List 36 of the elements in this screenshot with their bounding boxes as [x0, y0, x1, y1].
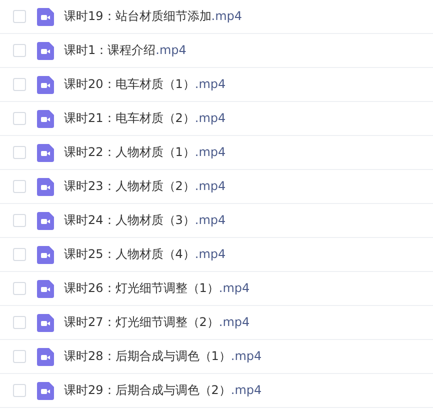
file-name[interactable]: 课时25：人物材质（4）.mp4 [64, 246, 226, 263]
file-name[interactable]: 课时23：人物材质（2）.mp4 [64, 178, 226, 195]
checkbox[interactable] [13, 316, 26, 329]
file-name[interactable]: 课时20：电车材质（1）.mp4 [64, 76, 226, 93]
checkbox[interactable] [13, 180, 26, 193]
checkbox[interactable] [13, 78, 26, 91]
checkbox[interactable] [13, 248, 26, 261]
checkbox[interactable] [13, 112, 26, 125]
checkbox[interactable] [13, 146, 26, 159]
file-name[interactable]: 课时1：课程介绍.mp4 [64, 42, 186, 59]
video-file-icon [37, 76, 54, 94]
video-file-icon [37, 110, 54, 128]
file-name[interactable]: 课时26：灯光细节调整（1）.mp4 [64, 280, 250, 297]
checkbox[interactable] [13, 44, 26, 57]
video-file-icon [37, 144, 54, 162]
video-file-icon [37, 212, 54, 230]
file-name[interactable]: 课时24：人物材质（3）.mp4 [64, 212, 226, 229]
video-file-icon [37, 314, 54, 332]
checkbox[interactable] [13, 350, 26, 363]
file-name[interactable]: 课时22：人物材质（1）.mp4 [64, 144, 226, 161]
video-file-icon [37, 178, 54, 196]
checkbox[interactable] [13, 384, 26, 397]
video-file-icon [37, 42, 54, 60]
video-file-icon [37, 348, 54, 366]
checkbox[interactable] [13, 214, 26, 227]
file-name[interactable]: 课时28：后期合成与调色（1）.mp4 [64, 348, 262, 365]
video-file-icon [37, 8, 54, 26]
file-name[interactable]: 课时27：灯光细节调整（2）.mp4 [64, 314, 250, 331]
file-name[interactable]: 课时19：站台材质细节添加.mp4 [64, 8, 242, 25]
video-file-icon [37, 280, 54, 298]
file-name[interactable]: 课时21：电车材质（2）.mp4 [64, 110, 226, 127]
checkbox[interactable] [13, 10, 26, 23]
file-name[interactable]: 课时29：后期合成与调色（2）.mp4 [64, 382, 262, 399]
video-file-icon [37, 382, 54, 400]
checkbox[interactable] [13, 282, 26, 295]
video-file-icon [37, 246, 54, 264]
